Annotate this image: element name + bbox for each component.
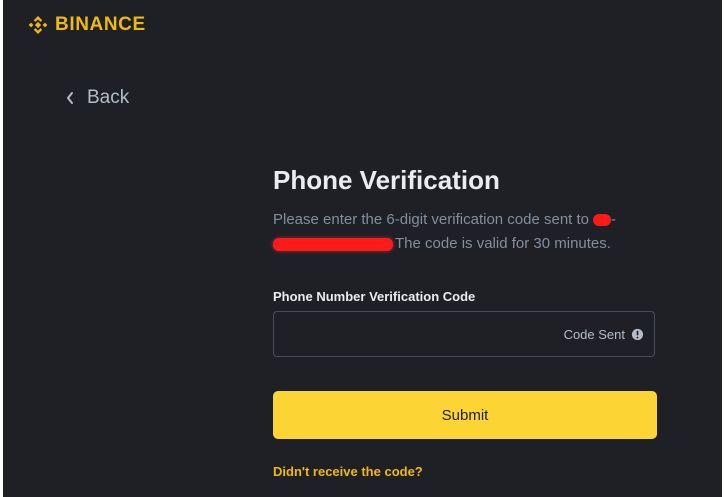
redacted-phone-number bbox=[273, 237, 393, 251]
resend-code-link[interactable]: Didn't receive the code? bbox=[273, 464, 423, 479]
description-suffix: The code is valid for 30 minutes. bbox=[395, 235, 611, 252]
verification-description: Please enter the 6-digit verification co… bbox=[273, 208, 673, 256]
brand-name: BINANCE bbox=[55, 14, 146, 35]
back-label: Back bbox=[87, 87, 130, 108]
binance-logo-icon bbox=[28, 16, 48, 34]
chevron-left-icon bbox=[67, 92, 73, 104]
info-icon[interactable] bbox=[631, 328, 644, 341]
description-prefix: Please enter the 6-digit verification co… bbox=[273, 211, 590, 228]
verification-code-input[interactable] bbox=[286, 324, 564, 344]
code-input-box[interactable]: Code Sent bbox=[273, 311, 655, 357]
code-sent-status: Code Sent bbox=[563, 326, 625, 342]
page-container: BINANCE Back Phone Verification Please e… bbox=[3, 0, 722, 497]
brand-logo[interactable]: BINANCE bbox=[27, 14, 146, 36]
code-field-label: Phone Number Verification Code bbox=[273, 289, 476, 304]
back-button[interactable]: Back bbox=[65, 87, 129, 109]
submit-button[interactable]: Submit bbox=[273, 391, 657, 439]
description-dash: - bbox=[611, 211, 617, 228]
page-title: Phone Verification bbox=[273, 165, 500, 195]
redacted-country-code bbox=[593, 214, 612, 227]
